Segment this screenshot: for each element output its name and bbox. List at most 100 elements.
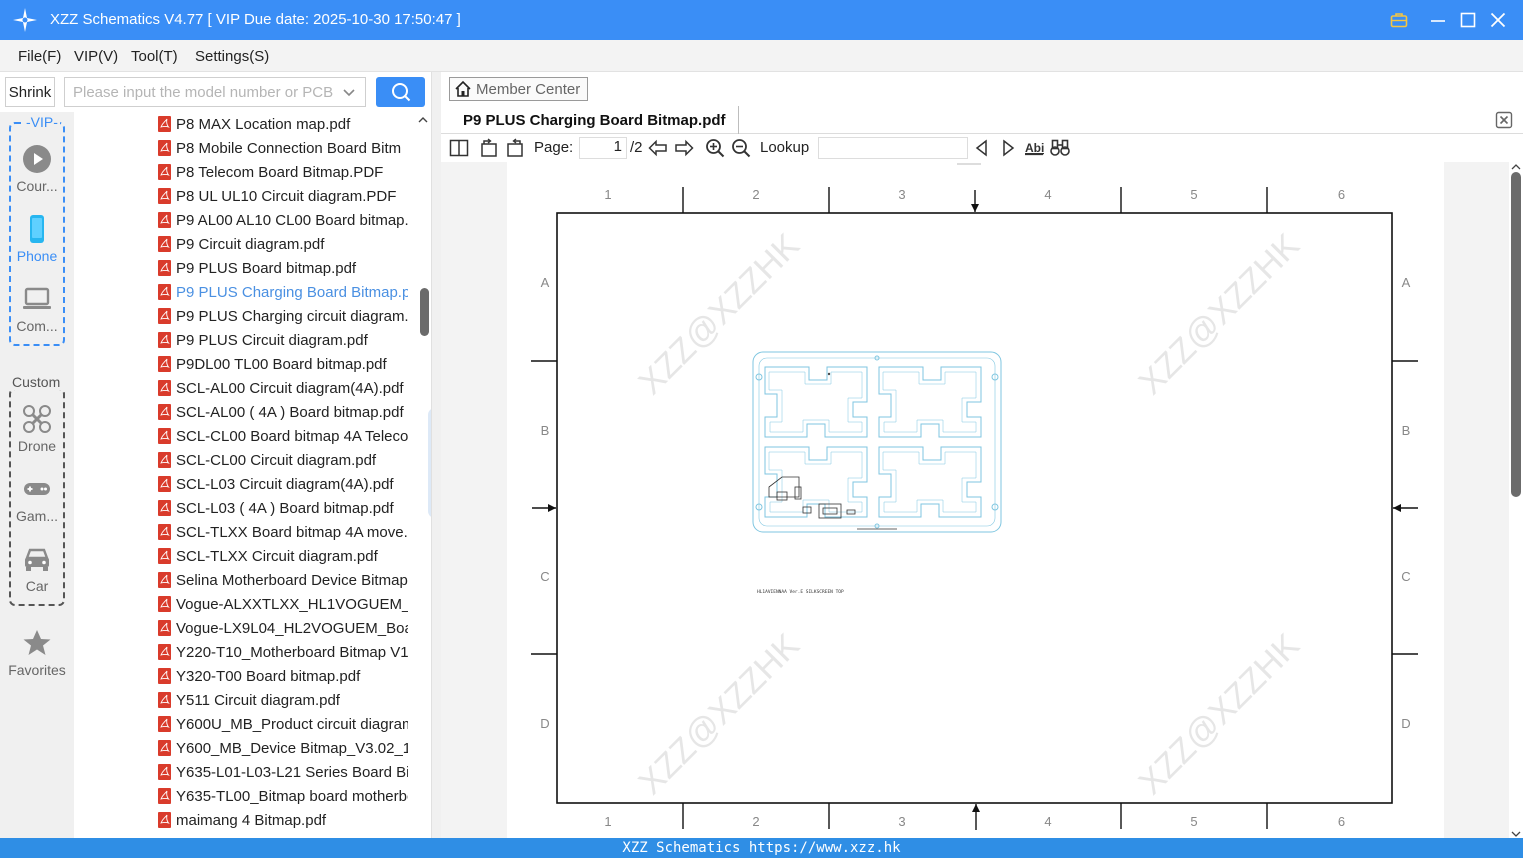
zoom-out-icon[interactable] [731, 138, 751, 158]
file-list-item[interactable]: SCL-CL00 Circuit diagram.pdf [158, 448, 408, 472]
left-center-arrowhead [548, 504, 556, 512]
pdf-file-icon [158, 212, 171, 228]
category-game-label: Gam... [15, 508, 58, 524]
file-list-item[interactable]: Y511 Circuit diagram.pdf [158, 688, 408, 712]
file-list-item[interactable]: Y220-T10_Motherboard Bitmap V1 [158, 640, 408, 664]
vip-briefcase-button[interactable] [1387, 8, 1411, 32]
file-name: SCL-L03 ( 4A ) Board bitmap.pdf [176, 499, 394, 517]
category-drone[interactable]: Drone [0, 404, 74, 454]
column-label: 1 [604, 187, 611, 202]
file-list-item[interactable]: SCL-AL00 Circuit diagram(4A).pdf [158, 376, 408, 400]
file-name: P8 UL UL10 Circuit diagram.PDF [176, 187, 397, 205]
file-list-item[interactable]: P9 Circuit diagram.pdf [158, 232, 408, 256]
laptop-icon [23, 287, 51, 309]
file-list-item[interactable]: P9 PLUS Board bitmap.pdf [158, 256, 408, 280]
rotate-right-icon[interactable] [505, 138, 525, 158]
file-list-item[interactable]: Selina Motherboard Device Bitmap [158, 568, 408, 592]
find-previous-icon[interactable] [972, 138, 992, 158]
category-computer-label: Com... [16, 318, 58, 334]
file-name: P9 PLUS Charging circuit diagram.p [176, 307, 408, 325]
file-list-item[interactable]: SCL-L03 Circuit diagram(4A).pdf [158, 472, 408, 496]
shrink-button[interactable]: Shrink [5, 77, 55, 107]
document-scrollbar-thumb[interactable] [1511, 172, 1521, 497]
app-window: XZZ Schematics V4.77 [ VIP Due date: 202… [0, 0, 1523, 858]
two-page-view-icon[interactable] [449, 138, 469, 158]
menu-file[interactable]: File(F) [18, 48, 61, 65]
file-list-item[interactable]: Y600_MB_Device Bitmap_V3.02_131 [158, 736, 408, 760]
category-game[interactable]: Gam... [0, 474, 74, 524]
member-center-button[interactable]: Member Center [449, 77, 588, 101]
document-tab[interactable]: P9 PLUS Charging Board Bitmap.pdf [451, 106, 739, 134]
file-name: P9 Circuit diagram.pdf [176, 235, 325, 253]
file-list-item[interactable]: SCL-AL00 ( 4A ) Board bitmap.pdf [158, 400, 408, 424]
page-number-input[interactable]: 1 [579, 137, 627, 159]
lookup-input[interactable] [818, 137, 968, 159]
menu-tool[interactable]: Tool(T) [131, 48, 178, 65]
file-list-item[interactable]: SCL-L03 ( 4A ) Board bitmap.pdf [158, 496, 408, 520]
binoculars-icon[interactable] [1050, 138, 1070, 158]
file-list-item[interactable]: P8 UL UL10 Circuit diagram.PDF [158, 184, 408, 208]
file-list-item[interactable]: P9 PLUS Charging Board Bitmap.pdf [158, 280, 408, 304]
category-phone-label: Phone [16, 248, 58, 264]
drawing-frame [556, 212, 1393, 804]
scroll-up-icon[interactable] [1510, 163, 1522, 171]
chevron-down-icon[interactable] [341, 84, 357, 100]
file-name: Selina Motherboard Device Bitmap [176, 571, 408, 589]
file-list-item[interactable]: maimang 4 Bitmap.pdf [158, 808, 408, 832]
file-list-item[interactable]: Vogue-ALXXTLXX_HL1VOGUEM_Bo [158, 592, 408, 616]
menu-settings[interactable]: Settings(S) [195, 48, 269, 65]
match-case-icon[interactable]: Abi [1024, 138, 1044, 158]
row-label: A [1402, 275, 1411, 290]
file-list-scrollbar-thumb[interactable] [420, 288, 429, 336]
pdf-file-icon [158, 308, 171, 324]
file-list-item[interactable]: Vogue-LX9L04_HL2VOGUEM_Board [158, 616, 408, 640]
find-next-icon[interactable] [998, 138, 1018, 158]
minimize-button[interactable] [1426, 8, 1450, 32]
file-list-item[interactable]: P8 Mobile Connection Board Bitm [158, 136, 408, 160]
search-button[interactable] [376, 77, 425, 107]
play-circle-icon [23, 145, 51, 173]
zoom-in-icon[interactable] [705, 138, 725, 158]
document-view[interactable]: 112233445566 AABBCCDD XZZ@XZZHK XZZ@XZZHK… [441, 162, 1509, 838]
file-name: Y600_MB_Device Bitmap_V3.02_131 [176, 739, 408, 757]
model-search-combobox[interactable] [64, 77, 366, 107]
category-car[interactable]: Car [0, 544, 74, 594]
scroll-up-icon[interactable] [417, 115, 429, 125]
category-courses[interactable]: Cour... [0, 144, 74, 194]
file-list-item[interactable]: SCL-TLXX Circuit diagram.pdf [158, 544, 408, 568]
file-list-item[interactable]: Y635-L01-L03-L21 Series Board Bit [158, 760, 408, 784]
row-label: B [541, 423, 550, 438]
model-search-input[interactable] [65, 78, 335, 106]
row-label: D [1401, 716, 1410, 731]
previous-page-arrow-icon[interactable] [648, 138, 668, 158]
close-button[interactable] [1486, 8, 1510, 32]
category-phone[interactable]: Phone [0, 214, 74, 264]
file-list-item[interactable]: P8 Telecom Board Bitmap.PDF [158, 160, 408, 184]
file-name: SCL-CL00 Circuit diagram.pdf [176, 451, 377, 469]
file-list-item[interactable]: SCL-TLXX Board bitmap 4A move.p [158, 520, 408, 544]
pdf-file-icon [158, 812, 171, 828]
file-name: Y635-L01-L03-L21 Series Board Bit [176, 763, 408, 781]
row-label: B [1402, 423, 1411, 438]
file-list-item[interactable]: P8 MAX Location map.pdf [158, 112, 408, 136]
file-list-item[interactable]: P9 PLUS Circuit diagram.pdf [158, 328, 408, 352]
file-list-item[interactable]: SCL-CL00 Board bitmap 4A Telecom [158, 424, 408, 448]
category-computer[interactable]: Com... [0, 284, 74, 334]
rotate-left-icon[interactable] [479, 138, 499, 158]
pdf-file-icon [158, 476, 171, 492]
file-list-item[interactable]: P9DL00 TL00 Board bitmap.pdf [158, 352, 408, 376]
scroll-down-icon[interactable] [1510, 830, 1522, 838]
file-list-item[interactable]: Y600U_MB_Product circuit diagram [158, 712, 408, 736]
maximize-button[interactable] [1456, 8, 1480, 32]
file-list-item[interactable]: Y320-T00 Board bitmap.pdf [158, 664, 408, 688]
next-page-arrow-icon[interactable] [674, 138, 694, 158]
favorites-button[interactable]: Favorites [0, 628, 74, 678]
schematic-drawing: 112233445566 A AB BC CD D XZZ@XZZHK XZZ@XZZHK… [531, 163, 1418, 830]
pdf-file-icon [158, 236, 171, 252]
file-name: P8 Mobile Connection Board Bitm [176, 139, 402, 157]
file-list-item[interactable]: Y635-TL00_Bitmap board motherbo [158, 784, 408, 808]
file-list-item[interactable]: P9 AL00 AL10 CL00 Board bitmap.p [158, 208, 408, 232]
menu-vip[interactable]: VIP(V) [74, 48, 118, 65]
file-list-item[interactable]: P9 PLUS Charging circuit diagram.p [158, 304, 408, 328]
close-tab-icon[interactable] [1495, 111, 1513, 129]
